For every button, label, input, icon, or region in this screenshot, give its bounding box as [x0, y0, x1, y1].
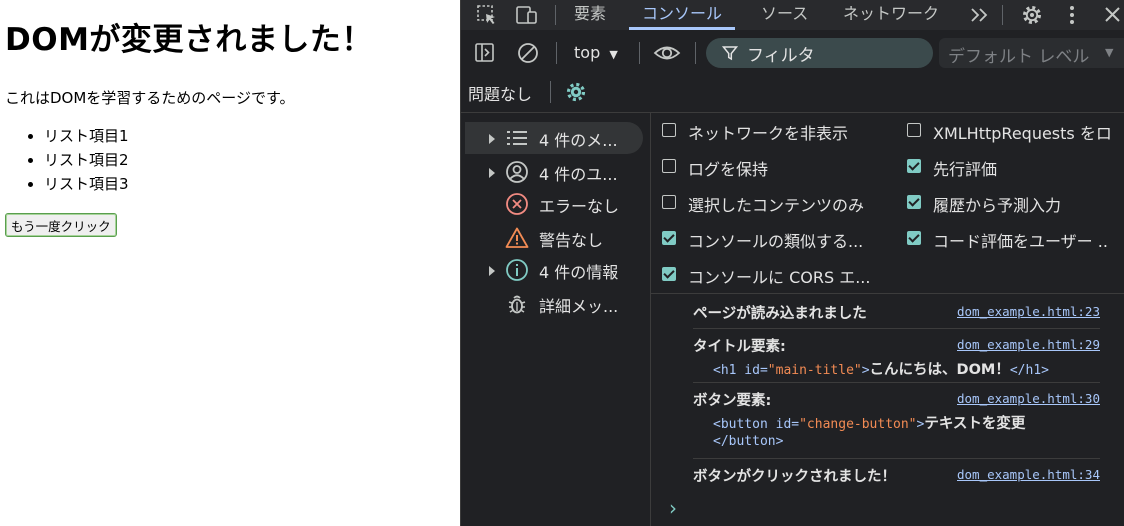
list-item: リスト項目2 [44, 148, 129, 172]
page-title: DOMが変更されました！ [5, 22, 373, 58]
option-label: コンソールに CORS エ... [688, 268, 871, 287]
warning-icon [505, 227, 529, 248]
issues-label: 問題なし [468, 85, 533, 104]
tab-network[interactable]: ネットワーク [843, 0, 939, 30]
inspect-element-icon[interactable] [476, 4, 498, 26]
tab-sources[interactable]: ソース [761, 0, 808, 30]
info-icon [506, 259, 528, 281]
sidebar-item-info[interactable]: 4 件の情報 [465, 254, 643, 286]
close-icon[interactable] [1103, 5, 1123, 25]
log-level-label: デフォルト レベル [948, 47, 1090, 67]
sidebar-label: 4 件のユ... [539, 165, 618, 184]
sidebar-item-warnings[interactable]: 警告なし [465, 222, 643, 254]
option-label: コード評価をユーザー .. [933, 232, 1108, 251]
list-item: リスト項目1 [44, 124, 129, 148]
dropdown-arrow-icon: ▼ [1105, 46, 1114, 59]
sidebar-item-user-messages[interactable]: 4 件のユ... [465, 156, 643, 188]
expand-arrow-icon[interactable] [489, 266, 495, 276]
sidebar-item-messages[interactable]: 4 件のメ... [465, 122, 643, 154]
dom-node-button[interactable]: <button id="change-button">テキストを変更 [713, 412, 1025, 433]
console-message: ボタンがクリックされました！ dom_example.html:34 [693, 465, 1100, 489]
error-icon [506, 193, 528, 215]
autocomplete-history-checkbox[interactable] [907, 195, 921, 209]
user-icon [506, 161, 528, 183]
devtools-tab-bar: 要素 コンソール ソース ネットワーク [461, 0, 1124, 30]
sidebar-label: 詳細メッ... [539, 297, 619, 316]
sidebar-label: エラーなし [539, 197, 620, 216]
sidebar-label: 4 件のメ... [539, 131, 618, 150]
dom-node-button-end: </button> [713, 434, 784, 449]
source-link[interactable]: dom_example.html:30 [957, 391, 1100, 406]
hide-network-checkbox[interactable] [662, 123, 676, 137]
tab-console[interactable]: コンソール [642, 0, 722, 30]
tab-elements[interactable]: 要素 [574, 0, 606, 30]
web-page: DOMが変更されました！ これはDOMを学習するためのページです。 リスト項目1… [0, 0, 460, 526]
list-item: リスト項目3 [44, 172, 129, 196]
group-similar-checkbox[interactable] [662, 231, 676, 245]
console-settings-gear-icon[interactable] [564, 80, 588, 104]
page-paragraph: これはDOMを学習するためのページです。 [5, 89, 295, 107]
message-text: ボタンがクリックされました！ [693, 469, 896, 485]
issues-bar: 問題なし [461, 76, 1124, 110]
live-expression-eye-icon[interactable] [653, 43, 681, 63]
cors-errors-checkbox[interactable] [662, 267, 676, 281]
console-output: ページが読み込まれました dom_example.html:23 タイトル要素:… [651, 294, 1124, 526]
sidebar-toggle-icon[interactable] [474, 42, 496, 64]
filter-placeholder: フィルタ [747, 46, 815, 66]
option-label: ログを保持 [688, 160, 769, 179]
source-link[interactable]: dom_example.html:29 [957, 337, 1100, 352]
console-prompt[interactable]: › [669, 496, 677, 520]
expand-arrow-icon[interactable] [489, 168, 495, 178]
source-link[interactable]: dom_example.html:23 [957, 304, 1100, 319]
log-xhr-checkbox[interactable] [907, 123, 921, 137]
clear-console-icon[interactable] [516, 42, 540, 66]
option-label: 履歴から予測入力 [933, 196, 1062, 215]
sidebar-item-verbose[interactable]: 詳細メッ... [465, 288, 643, 320]
source-link[interactable]: dom_example.html:34 [957, 467, 1100, 482]
option-label: 選択したコンテンツのみ [688, 196, 865, 215]
filter-input[interactable]: フィルタ [706, 38, 933, 68]
device-toolbar-icon[interactable] [515, 4, 539, 26]
bug-icon [508, 295, 526, 314]
console-message: ボタン要素: dom_example.html:30 <button id="c… [693, 389, 1100, 453]
console-message: タイトル要素: dom_example.html:29 <h1 id="main… [693, 335, 1100, 379]
sidebar-label: 警告なし [539, 231, 604, 250]
kebab-menu-icon[interactable] [1067, 4, 1077, 26]
prompt-chevron-icon: › [669, 496, 677, 520]
sidebar-label: 4 件の情報 [539, 263, 619, 282]
preserve-log-checkbox[interactable] [662, 159, 676, 173]
context-label: top [574, 43, 601, 62]
console-message: ページが読み込まれました dom_example.html:23 [693, 302, 1100, 326]
message-text: ボタン要素: [693, 393, 772, 409]
settings-gear-icon[interactable] [1020, 3, 1044, 27]
expand-arrow-icon[interactable] [489, 134, 495, 144]
console-sidebar: 4 件のメ... 4 件のユ... エラーなし 警告なし 4 件の情報 詳細メッ… [461, 113, 651, 526]
option-label: 先行評価 [933, 160, 998, 179]
option-label: ネットワークを非表示 [688, 124, 849, 143]
click-again-button[interactable]: もう一度クリック [5, 213, 117, 237]
active-tab-indicator [629, 27, 735, 30]
dom-node-h1[interactable]: <h1 id="main-title">こんにちは、DOM！</h1> [713, 358, 1049, 379]
dropdown-arrow-icon: ▼ [609, 48, 618, 61]
user-gesture-evaluation-checkbox[interactable] [907, 231, 921, 245]
selected-context-only-checkbox[interactable] [662, 195, 676, 209]
message-text: ページが読み込まれました [693, 306, 867, 322]
filter-icon [722, 46, 738, 61]
more-tabs-icon[interactable] [969, 6, 991, 24]
sidebar-item-errors[interactable]: エラーなし [465, 188, 643, 220]
log-level-select[interactable]: デフォルト レベル ▼ [939, 38, 1124, 68]
option-label: XMLHttpRequests をロ [933, 124, 1112, 143]
list-icon [507, 131, 527, 145]
item-list: リスト項目1 リスト項目2 リスト項目3 [26, 124, 129, 196]
devtools-panel: 要素 コンソール ソース ネットワーク top ▼ フィルタ デフォルト レベル… [460, 0, 1124, 526]
context-selector[interactable]: top ▼ [574, 43, 618, 62]
message-text: タイトル要素: [693, 339, 786, 355]
eager-evaluation-checkbox[interactable] [907, 159, 921, 173]
option-label: コンソールの類似する... [688, 232, 864, 251]
